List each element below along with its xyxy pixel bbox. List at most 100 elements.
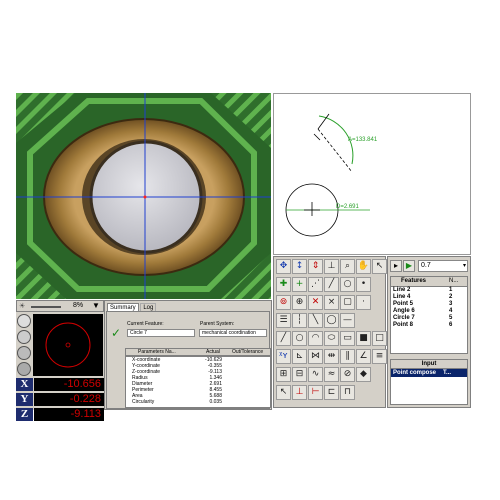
angle-icon[interactable]: ∠ <box>356 349 371 364</box>
circle-outline-icon[interactable]: ○ <box>292 331 307 346</box>
features-panel: ▸ ▶ 0.7 ▾ Features N... Line 2 1 Line 4 2 Po… <box>387 256 471 408</box>
measurement-toolbar: ✥ ↕ ⇕ ⊥ ⌕ ✋ ↖ ✚ + ⋰ ╱ ○ • ⊚ ⊕ ✕ × ▢ · ☰ … <box>273 256 387 408</box>
rect-outline-icon[interactable]: □ <box>372 331 387 346</box>
feature-number: 6 <box>449 322 453 328</box>
point-icon[interactable]: ✚ <box>276 277 291 292</box>
x-icon[interactable]: × <box>324 295 339 310</box>
height-icon[interactable]: ⊥ <box>292 385 307 400</box>
parameter-name: Circularity <box>132 399 155 405</box>
summary-panel: Summary Log ✓ Current Feature: Parent Sy… <box>104 300 272 410</box>
summary-body: ✓ Current Feature: Parent System: Circle… <box>106 311 271 409</box>
bracket-icon[interactable]: ⊏ <box>324 385 339 400</box>
dro-axis-label: X <box>16 378 33 391</box>
play-icon[interactable]: ▸ <box>390 260 402 272</box>
features-header-num: N... <box>449 278 459 284</box>
arc-icon[interactable]: ◠ <box>308 331 323 346</box>
surface-light-icon[interactable] <box>17 346 31 360</box>
feature-row[interactable]: Point 8 6 <box>391 322 467 329</box>
parallel-icon[interactable]: ∥ <box>340 349 355 364</box>
segment-light-icon[interactable] <box>17 362 31 376</box>
feature-name: Line 2 <box>393 287 411 293</box>
sort-icon[interactable]: ☰ <box>276 313 291 328</box>
curve-icon[interactable]: ∿ <box>308 367 323 382</box>
plus-circle-icon[interactable]: ⊕ <box>292 295 307 310</box>
pin-icon[interactable]: ⊥ <box>324 259 339 274</box>
input-item[interactable]: Point compose T... <box>391 369 467 377</box>
circle-point-icon[interactable]: ○ <box>340 277 355 292</box>
features-list[interactable]: Features N... Line 2 1 Line 4 2 Point 5 3 Angl… <box>390 276 468 354</box>
parent-system-label: Parent System: <box>200 321 235 327</box>
move-z-icon[interactable]: ⇕ <box>308 259 323 274</box>
parameter-row[interactable]: Circularity 0.035 <box>126 399 270 405</box>
dro-value: -0.228 <box>34 393 104 406</box>
line-point-icon[interactable]: ╱ <box>324 277 339 292</box>
ring-light-icon[interactable] <box>17 314 31 328</box>
feature-number: 1 <box>449 287 453 293</box>
circle-icon[interactable]: ◯ <box>324 313 339 328</box>
target-icon[interactable]: ⊚ <box>276 295 291 310</box>
parameter-table-header: Parameters Na... Actual Out/Tolerance <box>125 348 271 356</box>
cross-icon[interactable]: ✕ <box>308 295 323 310</box>
zoom-value: 0.7 <box>421 262 431 269</box>
light-toggle-icon[interactable]: ▼ <box>92 301 100 310</box>
distance-icon[interactable]: ⇹ <box>324 349 339 364</box>
feature-number: 2 <box>449 294 453 300</box>
curve-alt-icon[interactable]: ≈ <box>324 367 339 382</box>
parameter-table[interactable]: X-coordinate -10.629 Y-coordinate -0.355 Z-c… <box>125 356 271 408</box>
col-parameter-name: Parameters Na... <box>138 349 176 355</box>
input-list[interactable]: Input Point compose T... <box>390 359 468 405</box>
feature-row[interactable]: Line 4 2 <box>391 294 467 301</box>
feature-row[interactable]: Circle 7 5 <box>391 315 467 322</box>
current-feature-label: Current Feature: <box>127 321 164 327</box>
run-icon[interactable]: ▶ <box>403 260 415 272</box>
feature-row[interactable]: Line 2 1 <box>391 287 467 294</box>
vertical-arrows-icon[interactable]: ↕ <box>292 259 307 274</box>
dro-axis-label: Z <box>16 408 33 421</box>
equal-icon[interactable]: ≡ <box>372 349 387 364</box>
dro-value: -10.656 <box>34 378 104 391</box>
camera-view[interactable] <box>16 93 271 299</box>
move-icon[interactable]: ✥ <box>276 259 291 274</box>
region-alt-icon[interactable]: ⊟ <box>292 367 307 382</box>
zoom-select[interactable]: 0.7 ▾ <box>418 260 468 272</box>
pointer-icon[interactable]: ↖ <box>276 385 291 400</box>
chevron-down-icon: ▾ <box>462 263 466 269</box>
slash-icon[interactable]: ╱ <box>276 331 291 346</box>
square-icon[interactable]: ■ <box>356 331 371 346</box>
line-icon[interactable]: ╲ <box>308 313 323 328</box>
input-item-name: Point compose <box>393 370 437 376</box>
pan-icon[interactable]: ✋ <box>356 259 371 274</box>
dot-small-icon[interactable]: · <box>356 295 371 310</box>
select-arrow-icon[interactable]: ↖ <box>372 259 387 274</box>
sketch-view[interactable]: A=133.841 D=2.691 <box>273 93 471 255</box>
feature-row[interactable]: Point 5 3 <box>391 301 467 308</box>
feature-number: 4 <box>449 308 453 314</box>
parent-system-field[interactable]: mechanical coordination <box>199 329 267 337</box>
text-xy-icon[interactable]: ᵡʏ <box>276 349 291 364</box>
shape-icon[interactable]: ◆ <box>356 367 371 382</box>
light-control[interactable]: ☀ 8% ▼ <box>16 300 104 312</box>
minus-icon[interactable]: — <box>340 313 355 328</box>
current-feature-field[interactable]: Circle 7 <box>127 329 195 337</box>
dimension-icon[interactable]: ⊢ <box>308 385 323 400</box>
edge-point-icon[interactable]: ⋰ <box>308 277 323 292</box>
zoom-icon[interactable]: ⌕ <box>340 259 355 274</box>
box-icon[interactable]: ▢ <box>340 295 355 310</box>
coaxial-light-icon[interactable] <box>17 330 31 344</box>
forbidden-icon[interactable]: ⊘ <box>340 367 355 382</box>
region-icon[interactable]: ⊞ <box>276 367 291 382</box>
feature-number: 3 <box>449 301 453 307</box>
intersect-icon[interactable]: ⋈ <box>308 349 323 364</box>
parameter-actual: 0.035 <box>209 399 222 405</box>
light-slider[interactable] <box>31 306 61 308</box>
ellipse-icon[interactable]: ⬭ <box>324 331 339 346</box>
rect-icon[interactable]: ▭ <box>340 331 355 346</box>
angle-lines-icon[interactable]: ⊾ <box>292 349 307 364</box>
dro-value: -9.113 <box>34 408 104 421</box>
feature-number: 5 <box>449 315 453 321</box>
point-plus-icon[interactable]: + <box>292 277 307 292</box>
lock-icon[interactable]: ⊓ <box>340 385 355 400</box>
dot-icon[interactable]: • <box>356 277 371 292</box>
feature-row[interactable]: Angle 6 4 <box>391 308 467 315</box>
dashed-line-icon[interactable]: ┆ <box>292 313 307 328</box>
